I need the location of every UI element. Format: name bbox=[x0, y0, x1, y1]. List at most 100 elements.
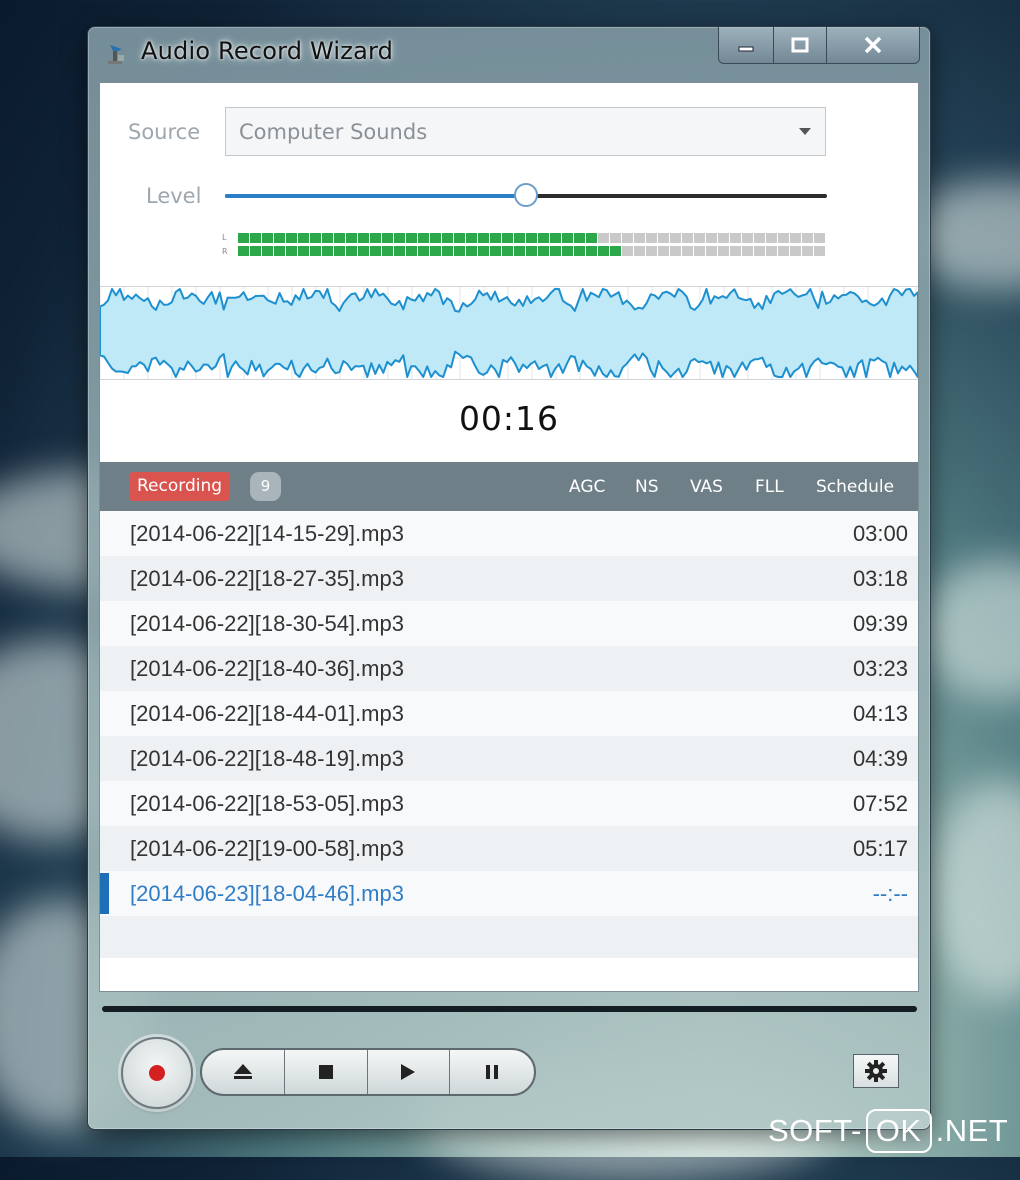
meter-segment bbox=[298, 246, 309, 256]
watermark-left: SOFT- bbox=[768, 1113, 862, 1148]
close-icon bbox=[864, 36, 882, 54]
source-dropdown[interactable]: Computer Sounds bbox=[225, 107, 826, 156]
meter-segment bbox=[430, 246, 441, 256]
record-icon bbox=[149, 1065, 165, 1081]
list-item[interactable]: [2014-06-22][18-27-35].mp3 03:18 bbox=[100, 556, 918, 601]
meter-segment bbox=[286, 246, 297, 256]
meter-segment bbox=[610, 233, 621, 243]
file-duration: 09:39 bbox=[852, 611, 908, 636]
watermark-right: .NET bbox=[935, 1113, 1009, 1148]
meter-segment bbox=[790, 233, 801, 243]
meter-segment bbox=[490, 246, 501, 256]
file-duration: 04:39 bbox=[852, 746, 908, 771]
minimize-button[interactable] bbox=[719, 27, 774, 63]
meter-segment bbox=[418, 233, 429, 243]
chevron-down-icon bbox=[799, 128, 811, 135]
file-name: [2014-06-22][18-48-19].mp3 bbox=[130, 746, 404, 771]
meter-segment bbox=[598, 233, 609, 243]
meter-segment bbox=[322, 246, 333, 256]
main-panel: Source Computer Sounds Level L R 00:16 R… bbox=[99, 82, 919, 992]
meter-segment bbox=[778, 246, 789, 256]
record-button[interactable] bbox=[121, 1037, 193, 1109]
play-button[interactable] bbox=[368, 1050, 450, 1094]
meter-segment bbox=[238, 233, 249, 243]
recordings-list: [2014-06-22][14-15-29].mp3 03:00 [2014-06… bbox=[100, 511, 918, 958]
meter-segment bbox=[754, 246, 765, 256]
meter-segment bbox=[358, 233, 369, 243]
list-item[interactable]: [2014-06-22][18-40-36].mp3 03:23 bbox=[100, 646, 918, 691]
meter-segment bbox=[718, 233, 729, 243]
option-schedule[interactable]: Schedule bbox=[816, 477, 894, 497]
level-meter-right bbox=[238, 246, 825, 256]
meter-segment bbox=[622, 233, 633, 243]
meter-segment bbox=[730, 246, 741, 256]
meter-segment bbox=[670, 246, 681, 256]
eject-button[interactable] bbox=[202, 1050, 286, 1094]
count-badge: 9 bbox=[250, 472, 281, 501]
stop-button[interactable] bbox=[285, 1050, 368, 1094]
list-item[interactable]: [2014-06-22][18-53-05].mp3 07:52 bbox=[100, 781, 918, 826]
watermark: SOFT- OK .NET bbox=[768, 1107, 1008, 1155]
meter-segment bbox=[514, 246, 525, 256]
pause-button[interactable] bbox=[450, 1050, 534, 1094]
meter-segment bbox=[262, 246, 273, 256]
transport-controls bbox=[200, 1048, 536, 1096]
close-button[interactable] bbox=[827, 27, 919, 63]
meter-segment bbox=[250, 246, 261, 256]
meter-segment bbox=[574, 246, 585, 256]
option-agc[interactable]: AGC bbox=[569, 477, 605, 497]
list-item[interactable]: [2014-06-22][18-44-01].mp3 04:13 bbox=[100, 691, 918, 736]
list-header: Recording 9 AGC NS VAS FLL Schedule bbox=[100, 462, 918, 511]
file-name: [2014-06-22][19-00-58].mp3 bbox=[130, 836, 404, 861]
list-item[interactable]: [2014-06-22][18-48-19].mp3 04:39 bbox=[100, 736, 918, 781]
level-slider[interactable] bbox=[225, 182, 827, 210]
meter-segment bbox=[802, 246, 813, 256]
meter-segment bbox=[502, 246, 513, 256]
level-label: Level bbox=[146, 184, 202, 208]
file-duration: --:-- bbox=[872, 881, 908, 906]
meter-right-label: R bbox=[222, 247, 228, 256]
meter-segment bbox=[730, 233, 741, 243]
meter-segment bbox=[310, 246, 321, 256]
meter-segment bbox=[274, 233, 285, 243]
title-bar[interactable]: Audio Record Wizard bbox=[88, 27, 930, 81]
settings-button[interactable] bbox=[853, 1054, 899, 1088]
meter-segment bbox=[658, 233, 669, 243]
meter-segment bbox=[454, 233, 465, 243]
meter-segment bbox=[442, 246, 453, 256]
meter-segment bbox=[442, 233, 453, 243]
meter-segment bbox=[250, 233, 261, 243]
meter-segment bbox=[538, 233, 549, 243]
option-ns[interactable]: NS bbox=[635, 477, 659, 497]
meter-segment bbox=[706, 233, 717, 243]
meter-segment bbox=[238, 246, 249, 256]
meter-segment bbox=[490, 233, 501, 243]
option-fll[interactable]: FLL bbox=[755, 477, 784, 497]
meter-segment bbox=[718, 246, 729, 256]
option-vas[interactable]: VAS bbox=[690, 477, 723, 497]
meter-segment bbox=[634, 246, 645, 256]
list-item[interactable]: [2014-06-22][18-30-54].mp3 09:39 bbox=[100, 601, 918, 646]
slider-thumb[interactable] bbox=[514, 183, 538, 207]
list-item[interactable]: [2014-06-22][14-15-29].mp3 03:00 bbox=[100, 511, 918, 556]
meter-segment bbox=[814, 246, 825, 256]
list-item-active[interactable]: [2014-06-23][18-04-46].mp3 --:-- bbox=[100, 871, 918, 916]
source-value: Computer Sounds bbox=[239, 120, 428, 144]
meter-segment bbox=[682, 246, 693, 256]
file-duration: 03:23 bbox=[852, 656, 908, 681]
app-window: Audio Record Wizard Source Computer Soun… bbox=[87, 26, 931, 1130]
meter-segment bbox=[682, 233, 693, 243]
file-name: [2014-06-23][18-04-46].mp3 bbox=[130, 881, 404, 906]
meter-segment bbox=[706, 246, 717, 256]
meter-segment bbox=[382, 246, 393, 256]
meter-segment bbox=[586, 246, 597, 256]
list-item[interactable]: [2014-06-22][19-00-58].mp3 05:17 bbox=[100, 826, 918, 871]
meter-segment bbox=[406, 246, 417, 256]
maximize-button[interactable] bbox=[774, 27, 827, 63]
maximize-icon bbox=[791, 37, 809, 53]
waveform bbox=[100, 288, 918, 378]
meter-segment bbox=[562, 233, 573, 243]
progress-bar[interactable] bbox=[102, 1006, 917, 1012]
file-duration: 03:18 bbox=[852, 566, 908, 591]
meter-segment bbox=[502, 233, 513, 243]
